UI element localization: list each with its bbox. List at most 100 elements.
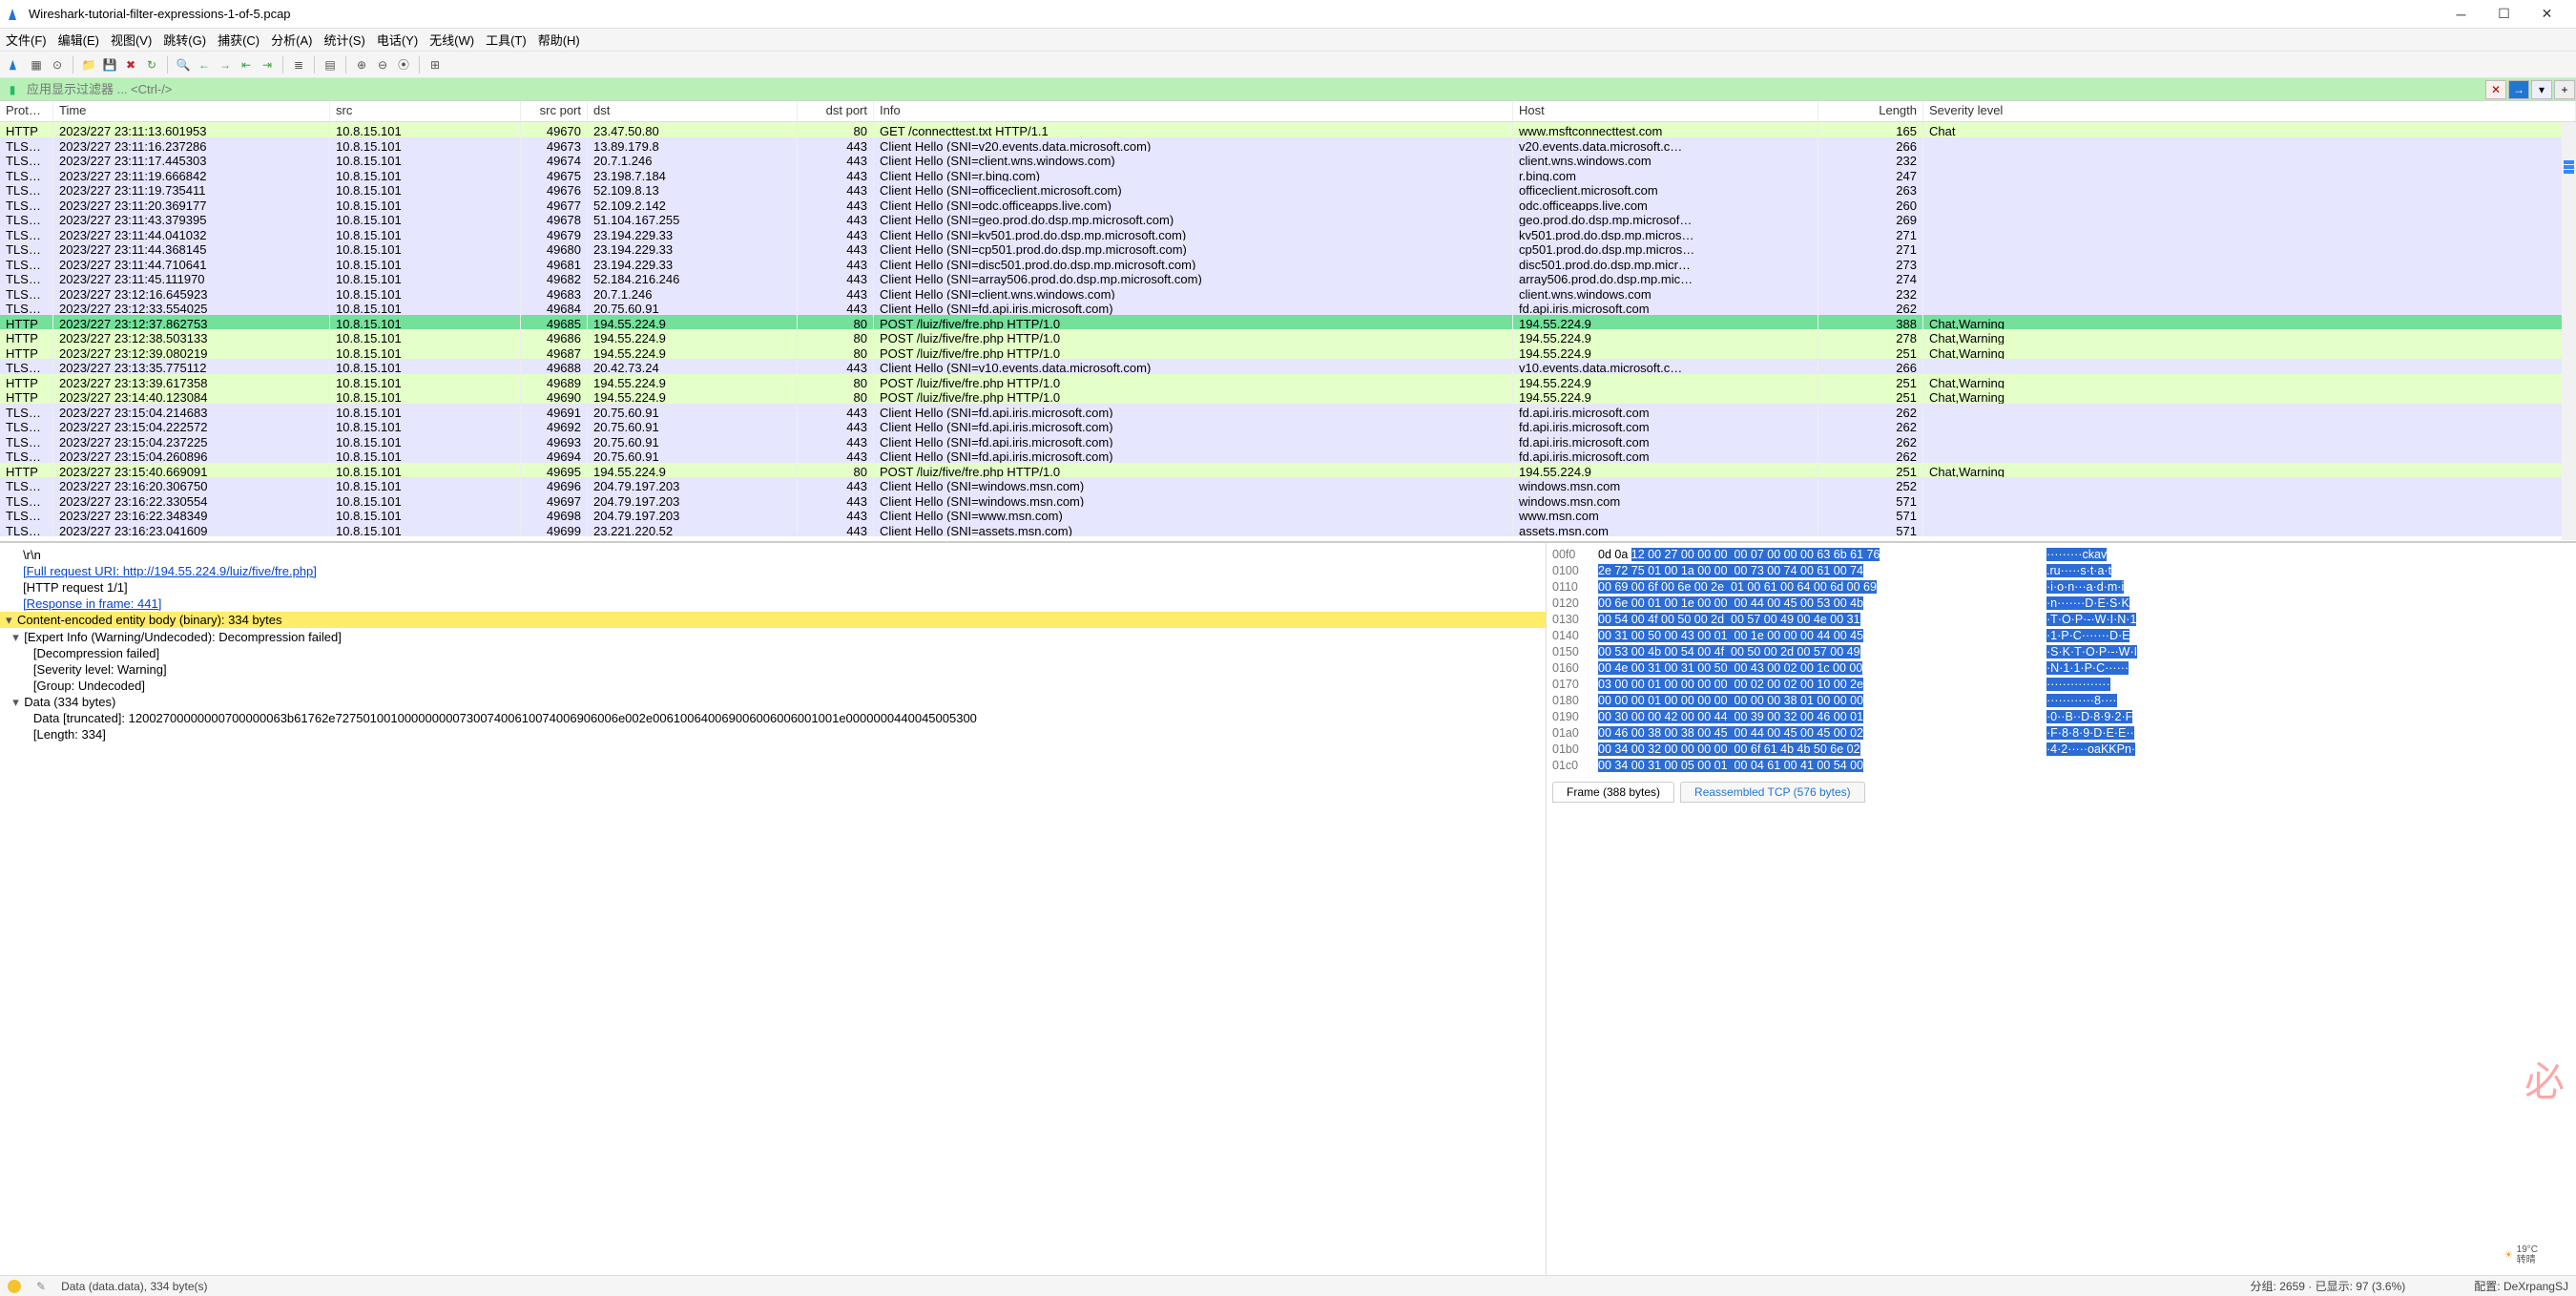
zoom-out-icon[interactable]: ⊖ [373,55,392,74]
full-request-uri[interactable]: [Full request URI: http://194.55.224.9/l… [23,564,317,578]
sun-icon: ☀ [2504,1250,2513,1261]
expert-level-icon[interactable] [8,1280,21,1293]
table-row[interactable]: TLS…2023/227 23:16:20.30675010.8.15.1014… [0,477,2576,492]
menu-item[interactable]: 编辑(E) [58,31,99,49]
response-in-frame[interactable]: [Response in frame: 441] [23,596,161,611]
col-src[interactable]: src [330,101,521,121]
data-node[interactable]: Data (334 bytes) [24,695,115,709]
table-row[interactable]: HTTP2023/227 23:12:37.86275310.8.15.1014… [0,315,2576,330]
table-row[interactable]: HTTP2023/227 23:13:39.61735810.8.15.1014… [0,374,2576,389]
autoscroll-icon[interactable]: ≣ [289,55,308,74]
menu-item[interactable]: 帮助(H) [538,31,580,49]
zoom-in-icon[interactable]: ⊕ [352,55,371,74]
tab-reassembled[interactable]: Reassembled TCP (576 bytes) [1680,782,1865,803]
packet-details[interactable]: \r\n [Full request URI: http://194.55.22… [0,543,1546,1275]
col-host[interactable]: Host [1513,101,1818,121]
content-body-node[interactable]: Content-encoded entity body (binary): 33… [17,613,282,627]
table-row[interactable]: TLS…2023/227 23:11:44.36814510.8.15.1014… [0,240,2576,256]
status-profile[interactable]: 配置: DeXrpangSJ [2474,1278,2568,1294]
menu-item[interactable]: 捕获(C) [218,31,260,49]
table-row[interactable]: HTTP2023/227 23:12:38.50313310.8.15.1014… [0,329,2576,345]
table-row[interactable]: HTTP2023/227 23:15:40.66909110.8.15.1014… [0,463,2576,478]
menu-item[interactable]: 文件(F) [6,31,47,49]
hex-row: 017003 00 00 01 00 00 00 00 00 02 00 02 … [1552,677,2570,693]
open-folder-icon[interactable]: 📁 [79,55,98,74]
col-info[interactable]: Info [874,101,1513,121]
table-row[interactable]: TLS…2023/227 23:16:22.33055410.8.15.1014… [0,492,2576,508]
menu-item[interactable]: 工具(T) [486,31,527,49]
gear-icon[interactable]: ⊙ [48,55,67,74]
close-button[interactable]: ✕ [2525,1,2568,28]
table-row[interactable]: TLS…2023/227 23:11:20.36917710.8.15.1014… [0,197,2576,212]
table-row[interactable]: TLS…2023/227 23:11:43.37939510.8.15.1014… [0,211,2576,226]
tab-frame[interactable]: Frame (388 bytes) [1552,782,1674,803]
table-row[interactable]: TLS…2023/227 23:11:19.66684210.8.15.1014… [0,167,2576,182]
menu-item[interactable]: 跳转(G) [163,31,206,49]
table-row[interactable]: TLS…2023/227 23:12:33.55402510.8.15.1014… [0,300,2576,315]
toolbar: ▦ ⊙ 📁 💾 ✖ ↻ 🔍 ← → ⇤ ⇥ ≣ ▤ ⊕ ⊖ ⦿ ⊞ [0,52,2576,78]
prev-icon[interactable]: ← [195,55,214,74]
table-row[interactable]: TLS…2023/227 23:11:44.04103210.8.15.1014… [0,226,2576,241]
folder-icon[interactable]: ▦ [27,55,46,74]
col-dstport[interactable]: dst port [798,101,874,121]
menu-item[interactable]: 电话(Y) [377,31,418,49]
decompression-failed: [Decompression failed] [33,646,159,660]
col-time[interactable]: Time [53,101,330,121]
save-icon[interactable]: 💾 [100,55,119,74]
menu-item[interactable]: 视图(V) [111,31,152,49]
minimap-scrollbar[interactable] [2562,122,2576,540]
zoom-reset-icon[interactable]: ⦿ [394,55,413,74]
col-severity[interactable]: Severity level [1923,101,2576,121]
resize-columns-icon[interactable]: ⊞ [426,55,445,74]
table-row[interactable]: TLS…2023/227 23:16:22.34834910.8.15.1014… [0,507,2576,522]
table-row[interactable]: HTTP2023/227 23:14:40.12308410.8.15.1014… [0,388,2576,404]
table-row[interactable]: TLS…2023/227 23:15:04.22257210.8.15.1014… [0,418,2576,433]
col-dst[interactable]: dst [588,101,798,121]
table-row[interactable]: TLS…2023/227 23:12:16.64592310.8.15.1014… [0,285,2576,301]
maximize-button[interactable]: ☐ [2483,1,2525,28]
menu-item[interactable]: 分析(A) [271,31,312,49]
hex-row: 01b000 34 00 32 00 00 00 00 00 6f 61 4b … [1552,742,2570,758]
table-row[interactable]: TLS…2023/227 23:11:17.44530310.8.15.1014… [0,152,2576,167]
colorize-icon[interactable]: ▤ [321,55,340,74]
find-icon[interactable]: 🔍 [174,55,193,74]
apply-filter-button[interactable]: → [2508,80,2529,99]
minimize-button[interactable]: ─ [2440,1,2483,28]
table-row[interactable]: TLS…2023/227 23:11:19.73541110.8.15.1014… [0,181,2576,197]
jump-next-icon[interactable]: ⇥ [258,55,277,74]
table-row[interactable]: TLS…2023/227 23:11:16.23728610.8.15.1014… [0,137,2576,153]
menu-item[interactable]: 统计(S) [323,31,364,49]
fin-icon[interactable] [6,55,25,74]
caret-down-icon[interactable]: ▾ [12,694,24,710]
table-row[interactable]: TLS…2023/227 23:15:04.23722510.8.15.1014… [0,433,2576,449]
menu-item[interactable]: 无线(W) [429,31,474,49]
table-row[interactable]: HTTP2023/227 23:12:39.08021910.8.15.1014… [0,345,2576,360]
hex-row: 013000 54 00 4f 00 50 00 2d 00 57 00 49 … [1552,612,2570,628]
table-row[interactable]: TLS…2023/227 23:11:44.71064110.8.15.1014… [0,256,2576,271]
jump-prev-icon[interactable]: ⇤ [237,55,256,74]
caret-down-icon[interactable]: ▾ [12,629,24,645]
clear-filter-button[interactable]: ✕ [2485,80,2506,99]
col-len[interactable]: Length [1818,101,1923,121]
col-srcport[interactable]: src port [521,101,588,121]
capture-filter-icon[interactable]: ✎ [36,1280,46,1293]
table-row[interactable]: TLS…2023/227 23:15:04.26089610.8.15.1014… [0,448,2576,463]
add-filter-button[interactable]: + [2554,80,2575,99]
close-file-icon[interactable]: ✖ [121,55,140,74]
table-row[interactable]: HTTP2023/227 23:11:13.60195310.8.15.1014… [0,122,2576,137]
expert-info-node: [Expert Info (Warning/Undecoded): Decomp… [24,630,342,644]
table-row[interactable]: TLS…2023/227 23:16:23.04160910.8.15.1014… [0,522,2576,537]
caret-down-icon[interactable]: ▾ [6,612,17,628]
table-row[interactable]: TLS…2023/227 23:11:45.11197010.8.15.1014… [0,270,2576,285]
reload-icon[interactable]: ↻ [142,55,161,74]
status-field: Data (data.data), 334 byte(s) [61,1280,207,1293]
col-protocol[interactable]: Protocol [0,101,53,121]
filter-dropdown-button[interactable]: ▾ [2531,80,2552,99]
packet-bytes[interactable]: 00f00d 0a 12 00 27 00 00 00 00 07 00 00 … [1546,543,2576,1275]
next-icon[interactable]: → [216,55,235,74]
bookmark-icon[interactable]: ▮ [4,81,21,98]
display-filter-input[interactable] [25,78,2484,100]
table-row[interactable]: TLS…2023/227 23:15:04.21468310.8.15.1014… [0,404,2576,419]
weather-widget[interactable]: ☀ 19°C 转晴 [2504,1244,2538,1265]
table-row[interactable]: TLS…2023/227 23:13:35.77511210.8.15.1014… [0,359,2576,374]
